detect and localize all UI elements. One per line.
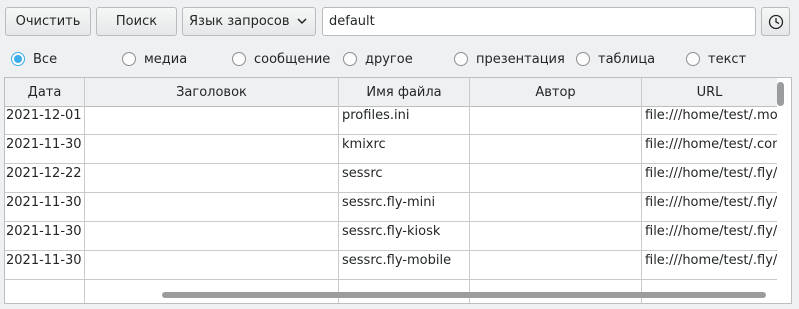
history-button[interactable] — [761, 7, 790, 36]
query-input-value: default — [329, 14, 375, 29]
cell-date: 2021-12-22 — [5, 164, 85, 192]
filter-label: медиа — [144, 51, 188, 67]
vertical-scroll-thumb[interactable] — [777, 82, 784, 106]
cell-title — [85, 222, 339, 250]
filter-label: презентация — [476, 51, 565, 67]
table-row[interactable]: 2021-12-22 sessrc file:///home/test/.fly… — [5, 164, 777, 193]
cell-title — [85, 135, 339, 163]
cell-filename: sessrc — [339, 164, 470, 192]
filter-all[interactable]: Все — [11, 49, 57, 69]
cell-url: file:///home/test/.fly/sessrc.fly-mobile — [645, 253, 777, 268]
filter-label: сообщение — [254, 51, 331, 67]
cell-date — [5, 280, 85, 303]
cell-filename: sessrc.fly-mobile — [339, 251, 470, 279]
query-language-value: Язык запросов — [189, 14, 290, 29]
cell-author — [470, 251, 642, 279]
filter-presentation[interactable]: презентация — [454, 49, 565, 69]
column-header-filename[interactable]: Имя файла — [339, 78, 470, 106]
cell-title — [85, 251, 339, 279]
table-row[interactable]: 2021-11-30 sessrc.fly-mobile file:///hom… — [5, 251, 777, 280]
table-row[interactable]: 2021-12-01 profiles.ini file:///home/tes… — [5, 106, 777, 135]
search-button[interactable]: Поиск — [96, 7, 177, 36]
cell-author — [470, 164, 642, 192]
cell-filename: sessrc.fly-mini — [339, 193, 470, 221]
cell-date: 2021-12-01 — [5, 106, 85, 134]
cell-date: 2021-11-30 — [5, 193, 85, 221]
cell-author — [470, 193, 642, 221]
cell-author — [470, 106, 642, 134]
chevron-down-icon — [297, 18, 307, 25]
cell-date: 2021-11-30 — [5, 251, 85, 279]
results-table: Дата Заголовок Имя файла Автор URL 2021-… — [4, 77, 792, 304]
cell-url: file:///home/test/.mozilla/firefox/profi… — [645, 108, 777, 123]
cell-date: 2021-11-30 — [5, 222, 85, 250]
filter-media[interactable]: медиа — [122, 49, 187, 69]
query-language-select[interactable]: Язык запросов — [182, 7, 316, 36]
query-input[interactable]: default — [322, 7, 756, 36]
cell-title — [85, 193, 339, 221]
radio-indicator — [576, 52, 590, 66]
filter-text[interactable]: текст — [686, 49, 746, 69]
cell-filename: kmixrc — [339, 135, 470, 163]
cell-filename: profiles.ini — [339, 106, 470, 134]
column-header-url[interactable]: URL — [642, 78, 777, 106]
table-row[interactable]: 2021-11-30 sessrc.fly-kiosk file:///home… — [5, 222, 777, 251]
column-header-author[interactable]: Автор — [470, 78, 642, 106]
column-header-title[interactable]: Заголовок — [85, 78, 339, 106]
cell-author — [470, 222, 642, 250]
cell-url: file:///home/test/.fly/sessrc.fly-mini — [645, 195, 777, 210]
table-row[interactable]: 2021-11-30 sessrc.fly-mini file:///home/… — [5, 193, 777, 222]
table-header: Дата Заголовок Имя файла Автор URL — [5, 78, 777, 107]
clear-button[interactable]: Очистить — [5, 7, 91, 36]
cell-filename: sessrc.fly-kiosk — [339, 222, 470, 250]
cell-author — [470, 135, 642, 163]
radio-indicator — [232, 52, 246, 66]
radio-indicator — [454, 52, 468, 66]
radio-indicator — [11, 52, 25, 66]
filter-message[interactable]: сообщение — [232, 49, 330, 69]
cell-url: file:///home/test/.config/kmixrc — [645, 137, 777, 152]
cell-url: file:///home/test/.fly/sessrc.fly-kiosk — [645, 224, 777, 239]
filter-label: таблица — [598, 51, 656, 67]
filter-label: Все — [33, 51, 58, 67]
radio-indicator — [122, 52, 136, 66]
filter-label: другое — [365, 51, 413, 67]
cell-date: 2021-11-30 — [5, 135, 85, 163]
horizontal-scroll-thumb[interactable] — [162, 292, 766, 298]
table-row[interactable]: 2021-11-30 kmixrc file:///home/test/.con… — [5, 135, 777, 164]
column-header-date[interactable]: Дата — [5, 78, 85, 106]
vertical-scrollbar[interactable] — [777, 82, 784, 268]
filter-spreadsheet[interactable]: таблица — [576, 49, 655, 69]
cell-url: file:///home/test/.fly/sessrc — [645, 166, 777, 181]
clock-icon — [768, 14, 783, 29]
radio-indicator — [686, 52, 700, 66]
filter-label: текст — [708, 51, 747, 67]
cell-title — [85, 164, 339, 192]
radio-indicator — [343, 52, 357, 66]
filter-other[interactable]: другое — [343, 49, 413, 69]
cell-title — [85, 106, 339, 134]
